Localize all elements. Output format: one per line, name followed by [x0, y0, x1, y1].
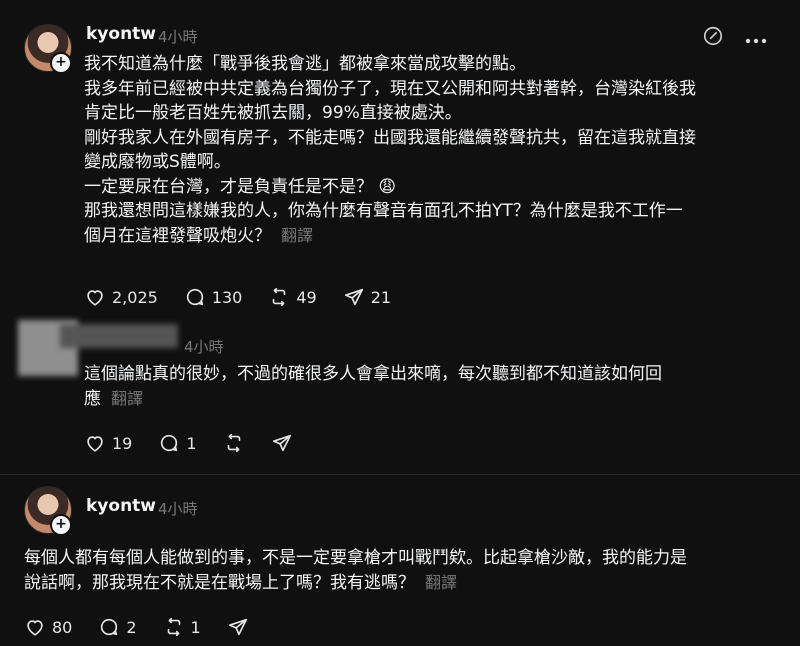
reply-post: 4小時 這個論點真的很妙，不過的確很多人會拿出來嘀，每次聽到都不知道該如何回 應…: [0, 318, 800, 476]
share-button[interactable]: 21: [343, 286, 391, 308]
post-line-last: 個月在這裡發聲吸炮火？ 翻譯: [84, 224, 784, 249]
like-count: 80: [52, 617, 73, 637]
more-icon[interactable]: [744, 30, 768, 49]
reply-line-text: 應: [84, 388, 101, 409]
action-bar: 80 2 1: [24, 616, 249, 638]
post-2: + kyontw 4小時 每個人都有每個人能做到的事，不是一定要拿槍才叫戰鬥欸。…: [0, 476, 800, 646]
comment-button[interactable]: 130: [184, 286, 243, 308]
post-line: 那我還想問這樣嫌我的人，你為什麼有聲音有面孔不拍YT？為什麼是我不工作一: [84, 201, 683, 221]
reply-line: 這個論點真的很妙，不過的確很多人會拿出來嘀，每次聽到都不知道該如何回: [84, 364, 662, 384]
heart-icon: [87, 436, 103, 452]
post-body: 每個人都有每個人能做到的事，不是一定要拿槍才叫戰鬥欸。比起拿槍沙敵，我的能力是 …: [24, 546, 784, 595]
post-time: 4小時: [158, 28, 198, 46]
post-line: 變成廢物或S體啊。: [84, 152, 231, 172]
post-body: 我不知道為什麼「戰爭後我會逃」都被拿來當成攻擊的點。 我多年前已經被中共定義為台…: [84, 52, 784, 248]
action-bar: 2,025 130 49 21: [84, 286, 391, 308]
repost-count: 49: [296, 287, 317, 307]
post-line: 肯定比一般老百姓先被抓去關，99%直接被處決。: [84, 103, 462, 123]
post-line-text: 說話啊，那我現在不就是在戰場上了嗎？我有逃嗎？: [24, 572, 415, 593]
like-button[interactable]: 2,025: [84, 286, 158, 308]
edit-icon[interactable]: [702, 25, 724, 51]
translate-link[interactable]: 翻譯: [281, 226, 313, 245]
username[interactable]: kyontw: [86, 24, 156, 44]
repost-icon: [273, 287, 286, 307]
repost-icon: [227, 433, 240, 453]
translate-link[interactable]: 翻譯: [425, 573, 457, 592]
send-icon: [228, 618, 247, 636]
comment-count: 130: [211, 287, 243, 307]
heart-icon: [87, 290, 103, 306]
comment-icon: [161, 434, 178, 452]
like-count: 2,025: [112, 287, 158, 307]
repost-count: 1: [190, 617, 201, 637]
post-line-last: 說話啊，那我現在不就是在戰場上了嗎？我有逃嗎？ 翻譯: [24, 571, 784, 596]
repost-icon: [167, 617, 180, 637]
follow-plus-icon[interactable]: +: [50, 514, 72, 536]
comment-count: 2: [126, 617, 137, 637]
send-icon: [272, 434, 291, 452]
share-button[interactable]: [271, 432, 293, 454]
post-time: 4小時: [158, 500, 198, 518]
reply-line-last: 應翻譯: [84, 387, 784, 412]
reply-time: 4小時: [184, 338, 224, 356]
post-line: 剛好我家人在外國有房子，不能走嗎？出國我還能繼續發聲抗共，留在這我就直接: [84, 127, 696, 148]
share-button[interactable]: [227, 616, 249, 638]
comment-icon: [101, 618, 118, 636]
post-line: 我多年前已經被中共定義為台獨份子了，現在又公開和阿共對著幹，台灣染紅後我: [84, 78, 696, 99]
like-count: 19: [112, 433, 133, 453]
translate-link[interactable]: 翻譯: [111, 389, 143, 408]
follow-plus-icon[interactable]: +: [50, 52, 72, 74]
comment-icon: [186, 288, 203, 306]
post-line: 每個人都有每個人能做到的事，不是一定要拿槍才叫戰鬥欸。比起拿槍沙敵，我的能力是: [24, 548, 687, 568]
send-icon: [344, 288, 363, 306]
blurred-username: [60, 324, 178, 348]
divider: [0, 474, 800, 475]
post-line: 一定要尿在台灣，才是負責任是不是？ 😩: [84, 176, 397, 197]
comment-button[interactable]: 2: [98, 616, 137, 638]
post-line: 我不知道為什麼「戰爭後我會逃」都被拿來當成攻擊的點。: [84, 54, 526, 74]
username[interactable]: kyontw: [86, 496, 156, 516]
heart-icon: [27, 620, 43, 636]
like-button[interactable]: 19: [84, 432, 132, 454]
comment-button[interactable]: 1: [158, 432, 197, 454]
post-line-text: 個月在這裡發聲吸炮火？: [84, 225, 271, 246]
like-button[interactable]: 80: [24, 616, 72, 638]
repost-button[interactable]: 49: [268, 286, 317, 308]
reply-body: 這個論點真的很妙，不過的確很多人會拿出來嘀，每次聽到都不知道該如何回 應翻譯: [84, 362, 784, 411]
repost-button[interactable]: [223, 432, 245, 454]
post-1: + kyontw 4小時 我不知道為什麼「戰爭後我會逃」都被拿來當成攻擊的點。 …: [0, 0, 800, 318]
reply-action-bar: 19 1: [84, 432, 293, 454]
share-count: 21: [370, 287, 392, 307]
repost-button[interactable]: 1: [163, 616, 201, 638]
comment-count: 1: [186, 433, 197, 453]
